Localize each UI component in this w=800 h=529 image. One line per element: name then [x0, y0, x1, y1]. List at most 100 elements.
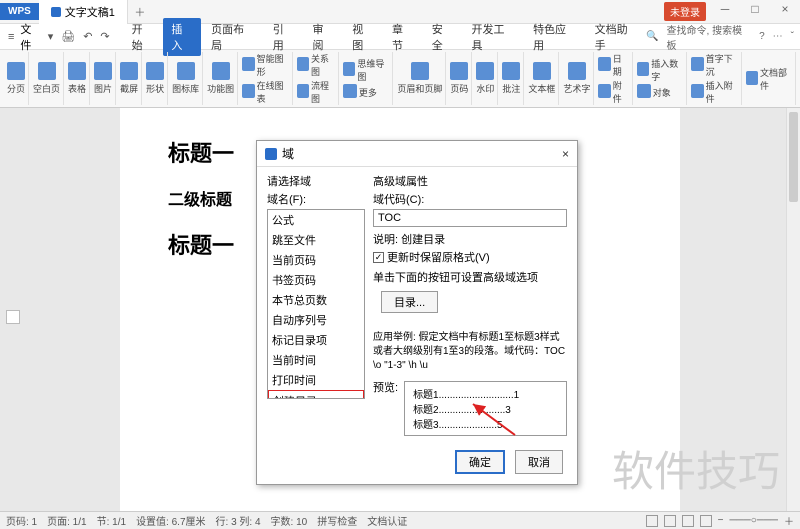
field-list-item[interactable]: 自动序列号 — [268, 310, 364, 330]
cancel-button[interactable]: 取消 — [515, 450, 563, 474]
ribbon-tab-1[interactable]: 插入 — [163, 18, 201, 56]
undo-icon[interactable]: ↶ — [81, 30, 94, 43]
ribbon-tab-7[interactable]: 安全 — [424, 18, 462, 56]
tool-icon — [598, 57, 610, 71]
view-icon[interactable] — [664, 515, 676, 527]
toc-options-button[interactable]: 目录... — [381, 291, 438, 313]
toolbar-item[interactable]: 插入附件 — [691, 79, 737, 105]
file-menu[interactable]: 文件 — [20, 21, 41, 53]
status-item[interactable]: 拼写检查 — [317, 513, 357, 528]
toolbar-item[interactable]: 思维导图 — [343, 57, 389, 83]
toolbar-item[interactable]: 智能图形 — [242, 52, 288, 78]
qat-icon[interactable]: 🖨 — [59, 30, 77, 43]
ribbon-tab-10[interactable]: 文档助手 — [587, 18, 647, 56]
zoom-icon[interactable] — [700, 515, 712, 527]
gutter-tool[interactable] — [6, 310, 20, 324]
search-icon[interactable]: 🔍 — [646, 31, 658, 42]
collapse-ribbon-icon[interactable]: ˇ — [791, 31, 794, 42]
ok-button[interactable]: 确定 — [455, 450, 505, 474]
view-icon[interactable] — [646, 515, 658, 527]
help-icon[interactable]: ? — [759, 31, 765, 42]
toolbar-item[interactable]: 流程图 — [297, 79, 335, 105]
toolbar-item[interactable]: 在线图表 — [242, 79, 288, 105]
toolbar-item[interactable]: 首字下沉 — [691, 52, 737, 78]
scroll-thumb[interactable] — [789, 112, 798, 202]
toolbar-label: 分页 — [7, 82, 25, 95]
status-item[interactable]: 页面: 1/1 — [47, 513, 86, 528]
toolbar-table-icon[interactable]: 表格 — [65, 52, 90, 105]
tool-icon — [691, 57, 703, 71]
toolbar-wordart-icon[interactable]: 艺术字 — [560, 52, 594, 105]
toolbar-screenshot-icon[interactable]: 截屏 — [117, 52, 142, 105]
app-menu-icon[interactable]: ≡ — [6, 31, 16, 43]
field-list-item[interactable]: 本节总页数 — [268, 290, 364, 310]
ribbon-tab-3[interactable]: 引用 — [265, 18, 303, 56]
toolbar-label: 截屏 — [120, 82, 138, 95]
toolbar-item[interactable]: 插入数字 — [637, 57, 683, 83]
page-number-icon — [450, 62, 468, 80]
toolbar-watermark-icon[interactable]: 水印 — [473, 52, 498, 105]
view-icon[interactable] — [682, 515, 694, 527]
toolbar-page-number-icon[interactable]: 页码 — [447, 52, 472, 105]
field-list-item[interactable]: 跳至文件 — [268, 230, 364, 250]
header-footer-icon — [411, 62, 429, 80]
status-item[interactable]: 文档认证 — [367, 513, 407, 528]
field-listbox[interactable]: 公式跳至文件当前页码书签页码本节总页数自动序列号标记目录项当前时间打印时间创建目… — [267, 209, 365, 399]
toolbar-blank-page-icon[interactable]: 空白页 — [30, 52, 64, 105]
field-list-item[interactable]: 公式 — [268, 210, 364, 230]
vertical-scrollbar[interactable] — [786, 108, 800, 511]
maximize-button[interactable]: □ — [740, 2, 770, 21]
toolbar-item[interactable]: 文档部件 — [746, 66, 792, 92]
save-icon[interactable]: ▾ — [46, 30, 56, 43]
preview-line: 标题1...........................1 — [413, 386, 558, 401]
search-box[interactable]: 查找命令, 搜索模板 — [667, 22, 752, 52]
toolbar-item[interactable]: 附件 — [598, 79, 628, 105]
status-item[interactable]: 节: 1/1 — [97, 513, 126, 528]
zoom-slider[interactable]: ───○─── — [729, 515, 778, 526]
toolbar-image-icon[interactable]: 图片 — [91, 52, 116, 105]
toolbar-comment-icon[interactable]: 批注 — [499, 52, 524, 105]
keep-format-checkbox[interactable]: ✓ 更新时保留原格式(V) — [373, 249, 567, 265]
status-item[interactable]: 行: 3 列: 4 — [216, 513, 261, 528]
toolbar-item[interactable]: 更多 — [343, 84, 389, 100]
ribbon-tab-5[interactable]: 视图 — [344, 18, 382, 56]
close-button[interactable]: × — [770, 2, 800, 21]
status-item[interactable]: 设置值: 6.7厘米 — [136, 513, 205, 528]
redo-icon[interactable]: ↷ — [98, 30, 111, 43]
ribbon-tab-6[interactable]: 章节 — [384, 18, 422, 56]
more-icon[interactable]: ⋯ — [773, 31, 783, 42]
field-list-item[interactable]: 创建目录 — [268, 390, 364, 399]
ribbon-tab-8[interactable]: 开发工具 — [464, 18, 524, 56]
field-list-item[interactable]: 当前时间 — [268, 350, 364, 370]
ribbon-tab-9[interactable]: 特色应用 — [525, 18, 585, 56]
toolbar-label: 艺术字 — [563, 82, 590, 95]
tool-icon — [343, 62, 355, 76]
toolbar-item[interactable]: 关系图 — [297, 52, 335, 78]
dialog-title-bar[interactable]: 域 × — [257, 141, 577, 167]
toolbar-stack: 智能图形在线图表 — [239, 52, 292, 105]
field-list-item[interactable]: 标记目录项 — [268, 330, 364, 350]
toolbar-icon-lib-icon[interactable]: 图标库 — [169, 52, 203, 105]
toolbar-item[interactable]: 日期 — [598, 52, 628, 78]
toolbar-shapes-icon[interactable]: 形状 — [143, 52, 168, 105]
ribbon-tab-4[interactable]: 审阅 — [304, 18, 342, 56]
status-item[interactable]: 页码: 1 — [6, 513, 37, 528]
field-list-item[interactable]: 书签页码 — [268, 270, 364, 290]
field-list-item[interactable]: 当前页码 — [268, 250, 364, 270]
minimize-button[interactable]: ─ — [710, 2, 740, 21]
login-button[interactable]: 未登录 — [664, 2, 706, 21]
ribbon-tab-2[interactable]: 页面布局 — [203, 18, 263, 56]
ribbon-tab-0[interactable]: 开始 — [124, 18, 162, 56]
status-item[interactable]: 字数: 10 — [271, 513, 308, 528]
toolbar-page-break-icon[interactable]: 分页 — [4, 52, 29, 105]
field-list-item[interactable]: 打印时间 — [268, 370, 364, 390]
zoom-out-button[interactable]: − — [718, 515, 724, 526]
zoom-in-button[interactable]: ＋ — [784, 513, 794, 528]
dialog-close-button[interactable]: × — [562, 147, 569, 161]
toolbar-textbox-icon[interactable]: 文本框 — [525, 52, 559, 105]
field-code-input[interactable] — [373, 209, 567, 227]
toolbar-item[interactable]: 对象 — [637, 84, 683, 100]
toolbar-func-chart-icon[interactable]: 功能图 — [204, 52, 238, 105]
toolbar-header-footer-icon[interactable]: 页眉和页脚 — [394, 52, 446, 105]
table-icon — [68, 62, 86, 80]
